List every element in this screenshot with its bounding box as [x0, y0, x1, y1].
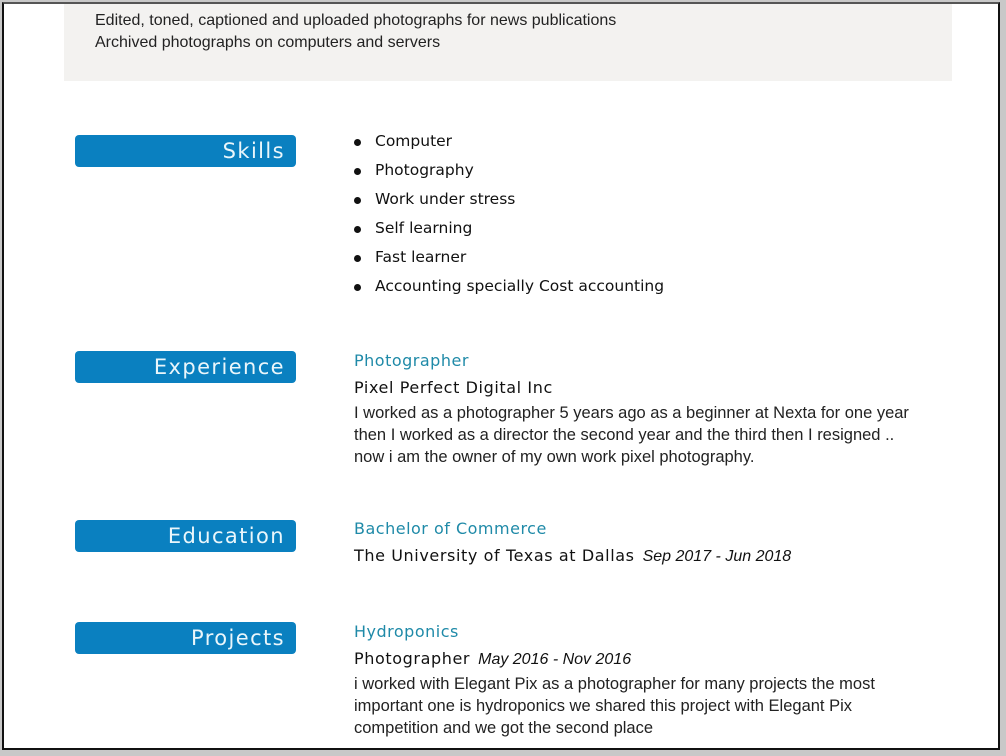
education-degree: Bachelor of Commerce: [354, 519, 547, 538]
summary-box: Edited, toned, captioned and uploaded ph…: [64, 4, 952, 81]
skill-item: Computer: [354, 127, 664, 156]
description-line: now i am the owner of my own work pixel …: [354, 448, 755, 466]
skill-label: Accounting specially Cost accounting: [375, 277, 665, 295]
education-entry: Bachelor of Commerce The University of T…: [354, 516, 791, 570]
resume-page: Edited, toned, captioned and uploaded ph…: [2, 2, 1000, 750]
description-line: then I worked as a director the second y…: [354, 426, 895, 444]
project-role: Photographer: [354, 649, 471, 668]
experience-entry: Photographer Pixel Perfect Digital Inc I…: [354, 348, 964, 468]
skill-label: Fast learner: [375, 248, 467, 266]
education-dates: Sep 2017 - Jun 2018: [642, 548, 792, 565]
summary-line: Archived photographs on computers and se…: [95, 34, 441, 51]
summary-line: Edited, toned, captioned and uploaded ph…: [95, 12, 617, 29]
skill-label: Self learning: [375, 219, 473, 237]
project-name: Hydroponics: [354, 622, 459, 641]
experience-description: I worked as a photographer 5 years ago a…: [354, 402, 964, 468]
bullet-icon: [354, 168, 361, 175]
description-line: I worked as a photographer 5 years ago a…: [354, 404, 909, 422]
education-school-row: The University of Texas at Dallas Sep 201…: [354, 542, 791, 570]
bullet-icon: [354, 255, 361, 262]
description-line: i worked with Elegant Pix as a photograp…: [354, 675, 875, 693]
bullet-icon: [354, 197, 361, 204]
project-entry: Hydroponics Photographer May 2016 - Nov 2…: [354, 619, 964, 739]
skill-label: Photography: [375, 161, 474, 179]
bullet-icon: [354, 284, 361, 291]
skills-header: Skills: [75, 135, 296, 167]
skills-list-container: Computer Photography Work under stress S…: [354, 127, 664, 301]
project-description: i worked with Elegant Pix as a photograp…: [354, 673, 964, 739]
skill-item: Work under stress: [354, 185, 664, 214]
bullet-icon: [354, 226, 361, 233]
skill-label: Computer: [375, 132, 453, 150]
skills-list: Computer Photography Work under stress S…: [354, 127, 664, 301]
project-role-row: Photographer May 2016 - Nov 2016: [354, 645, 964, 673]
skill-item: Fast learner: [354, 243, 664, 272]
projects-header: Projects: [75, 622, 296, 654]
description-line: important one is hydroponics we shared t…: [354, 697, 853, 715]
bullet-icon: [354, 139, 361, 146]
experience-org: Pixel Perfect Digital Inc: [354, 378, 553, 397]
skill-item: Photography: [354, 156, 664, 185]
skill-item: Self learning: [354, 214, 664, 243]
education-header: Education: [75, 520, 296, 552]
project-dates: May 2016 - Nov 2016: [478, 651, 632, 668]
experience-role: Photographer: [354, 351, 469, 370]
skill-item: Accounting specially Cost accounting: [354, 272, 664, 301]
experience-header: Experience: [75, 351, 296, 383]
education-school: The University of Texas at Dallas: [354, 546, 635, 565]
description-line: competition and we got the second place: [354, 719, 654, 737]
skill-label: Work under stress: [375, 190, 516, 208]
